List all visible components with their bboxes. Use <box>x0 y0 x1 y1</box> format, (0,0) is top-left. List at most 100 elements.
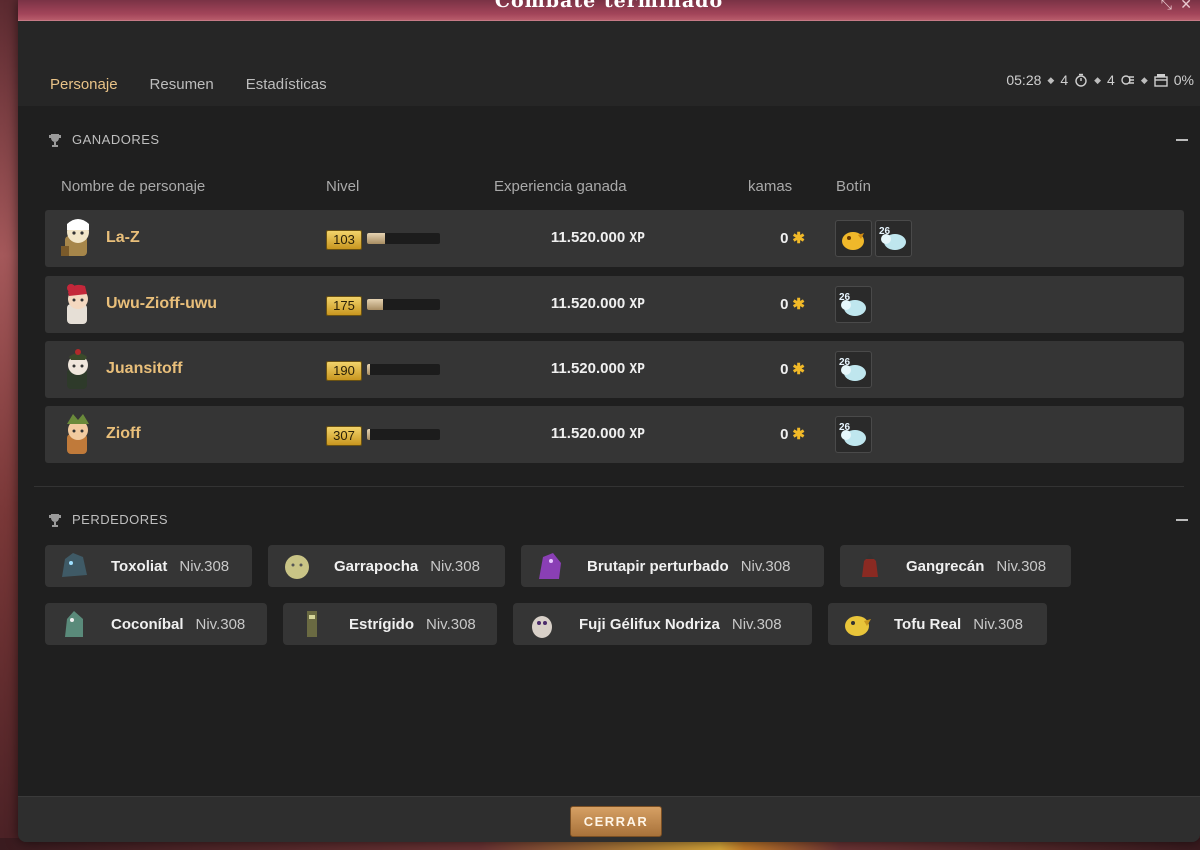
winners-heading: GANADORES <box>48 132 160 147</box>
window-title: Combate terminado <box>494 0 724 12</box>
column-header-xp: Experiencia ganada <box>494 178 627 195</box>
sheep-token-icon: 26 <box>839 357 866 381</box>
toxoliat-monster-icon <box>62 553 87 577</box>
xp-value: 11.520.000 <box>550 229 626 246</box>
loot-item-slot[interactable] <box>835 220 872 257</box>
tab-estadisticas[interactable]: Estadísticas <box>229 64 343 108</box>
experience-gained: 11.520.000 XP <box>465 360 645 377</box>
sheep-token-icon: 26 <box>839 292 866 316</box>
character-avatar-icon <box>67 414 89 454</box>
level-progress-fill <box>367 233 386 244</box>
monster-name: Estrígido <box>349 615 415 633</box>
monster-level: Niv.308 <box>740 557 791 575</box>
kamas-value: 0 <box>780 361 789 378</box>
loser-chip[interactable]: Brutapir perturbado Niv.308 <box>521 545 824 587</box>
kamas-gained: 0 ✱ <box>735 360 805 378</box>
winner-row[interactable]: Juansitoff 190 11.520.000 XP 0 ✱ 26 <box>45 341 1184 398</box>
tofu-real-monster-icon <box>845 616 871 636</box>
losers-heading: PERDEDORES <box>48 512 168 527</box>
monster-name: Tofu Real <box>894 615 962 633</box>
loot-item-slot[interactable]: 26 <box>835 286 872 323</box>
loot-item-slot[interactable]: 26 <box>835 351 872 388</box>
column-header-loot: Botín <box>836 178 872 195</box>
loser-chip[interactable]: Fuji Gélifux Nodriza Niv.308 <box>513 603 812 645</box>
level-progress-fill <box>367 364 370 375</box>
tab-resumen[interactable]: Resumen <box>133 64 230 108</box>
level-progress-fill <box>367 429 370 440</box>
gangrecan-monster-icon <box>862 553 878 577</box>
level-progress-bar <box>367 233 440 244</box>
close-button[interactable]: CERRAR <box>570 806 662 837</box>
winner-row[interactable]: Uwu-Zioff-uwu 175 11.520.000 XP 0 ✱ 26 <box>45 276 1184 333</box>
fight-duration: 05:28 <box>1006 72 1042 88</box>
character-avatar-icon <box>61 219 89 256</box>
kama-coin-icon: ✱ <box>792 361 805 378</box>
main-content: GANADORES Nombre de personaje Nivel Expe… <box>18 106 1200 796</box>
separator-dot: ◆ <box>1094 74 1102 85</box>
kama-coin-icon: ✱ <box>792 296 805 313</box>
fighter-count: 4 <box>1107 72 1115 88</box>
loser-chip[interactable]: Tofu Real Niv.308 <box>828 603 1047 645</box>
character-avatar-icon <box>67 284 88 324</box>
level-badge: 175 <box>326 296 362 316</box>
collapse-losers-button[interactable] <box>1176 519 1188 521</box>
separator-dot: ◆ <box>1047 74 1055 85</box>
collapse-winners-button[interactable] <box>1176 139 1188 141</box>
trophy-icon <box>49 133 61 147</box>
loser-chip[interactable]: Gangrecán Niv.308 <box>840 545 1071 587</box>
minimize-icon[interactable]: ⤡ <box>1161 0 1172 13</box>
monster-name: Toxoliat <box>111 557 168 575</box>
loot-count: 26 <box>879 226 891 237</box>
bonus-percent: 0% <box>1173 72 1194 88</box>
stopwatch-icon <box>1075 73 1087 87</box>
loser-chip[interactable]: Toxoliat Niv.308 <box>45 545 252 587</box>
monster-level: Niv.308 <box>996 557 1047 575</box>
character-name[interactable]: Juansitoff <box>106 360 182 378</box>
monster-name: Fuji Gélifux Nodriza <box>579 615 720 633</box>
loot-item-slot[interactable]: 26 <box>875 220 912 257</box>
loot-item-slot[interactable]: 26 <box>835 416 872 453</box>
monster-name: Brutapir perturbado <box>587 557 729 575</box>
footer-bar: CERRAR <box>18 796 1200 842</box>
losers-title: PERDEDORES <box>72 512 169 527</box>
monster-level: Niv.308 <box>426 615 476 633</box>
monster-name: Coconíbal <box>111 615 184 633</box>
loser-chip[interactable]: Estrígido Niv.308 <box>283 603 497 645</box>
close-window-icon[interactable]: ✕ <box>1180 0 1192 13</box>
level-progress-bar <box>367 364 440 375</box>
golden-chick-item-icon <box>842 232 864 250</box>
xp-value: 11.520.000 <box>550 360 626 377</box>
xp-unit: XP <box>629 297 645 312</box>
xp-value: 11.520.000 <box>550 295 626 312</box>
loser-chip[interactable]: Coconíbal Niv.308 <box>45 603 267 645</box>
monster-name: Garrapocha <box>334 557 419 575</box>
tab-personaje[interactable]: Personaje <box>34 64 134 108</box>
character-name[interactable]: Zioff <box>106 425 141 443</box>
winner-row[interactable]: La-Z 103 11.520.000 XP 0 ✱ 26 <box>45 210 1184 267</box>
column-header-name: Nombre de personaje <box>61 178 206 195</box>
fighters-icon <box>1121 75 1134 85</box>
character-name[interactable]: La-Z <box>106 229 140 247</box>
kamas-gained: 0 ✱ <box>735 229 805 247</box>
kama-coin-icon: ✱ <box>792 230 805 247</box>
xp-value: 11.520.000 <box>550 425 626 442</box>
experience-gained: 11.520.000 XP <box>465 229 645 246</box>
monster-level: Niv.308 <box>430 557 480 575</box>
section-divider <box>34 486 1184 487</box>
level-badge: 190 <box>326 361 362 381</box>
tab-bar: Personaje Resumen Estadísticas <box>34 64 343 108</box>
kamas-gained: 0 ✱ <box>735 295 805 313</box>
monster-level: Niv.308 <box>195 615 246 633</box>
window-titlebar[interactable]: Combate terminado ⤡ ✕ <box>18 0 1200 21</box>
fuji-gelifux-monster-icon <box>532 616 552 638</box>
loot-count: 26 <box>839 357 851 368</box>
sheep-token-icon: 26 <box>839 422 866 446</box>
trophy-icon <box>49 513 61 527</box>
kama-coin-icon: ✱ <box>792 426 805 443</box>
character-name[interactable]: Uwu-Zioff-uwu <box>106 295 217 313</box>
kamas-gained: 0 ✱ <box>735 425 805 443</box>
loser-chip[interactable]: Garrapocha Niv.308 <box>268 545 505 587</box>
winner-row[interactable]: Zioff 307 11.520.000 XP 0 ✱ 26 <box>45 406 1184 463</box>
loot-count: 26 <box>839 422 851 433</box>
xp-unit: XP <box>629 427 645 442</box>
